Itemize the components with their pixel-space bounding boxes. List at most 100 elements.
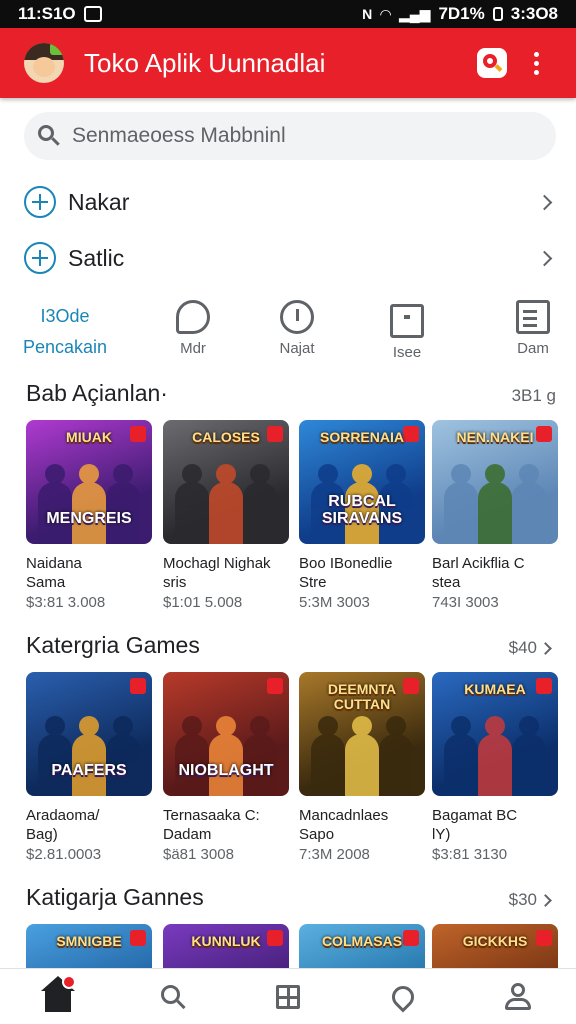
tab-label: Najat <box>279 340 315 357</box>
game-card[interactable]: DEEMNTA CUTTAN Mancadnlaes Sapo 7:3M 2008 <box>299 672 425 865</box>
tab-mdr[interactable]: Mdr <box>138 296 248 357</box>
nav-search[interactable] <box>143 969 203 1024</box>
game-tag-icon <box>130 678 146 694</box>
section-title: Katergria Games <box>26 632 200 658</box>
art-subtitle: RUBCAL SIRAVANS <box>321 493 403 528</box>
globe-icon <box>24 186 56 218</box>
tab-najat[interactable]: Najat <box>242 296 352 357</box>
nav-apps[interactable] <box>258 969 318 1024</box>
status-time: 11:S1O <box>18 4 76 23</box>
game-title: Mancadnlaes <box>299 807 389 824</box>
nav-home[interactable] <box>28 969 88 1024</box>
section-more-link[interactable]: $30 <box>509 890 556 910</box>
menu-row-satlic[interactable]: Satlic <box>24 232 556 284</box>
game-tag-icon <box>267 678 283 694</box>
app-title: Toko Aplik Uunnadlai <box>84 47 326 78</box>
game-subtitle: Dadam <box>163 826 212 843</box>
game-subtitle: Sapo <box>299 826 335 843</box>
game-price: 5:3M 3003 <box>299 594 370 611</box>
tab-label: Mdr <box>180 340 206 357</box>
game-title: Bagamat BC <box>432 807 518 824</box>
character-figure <box>512 716 546 796</box>
list-icon <box>516 300 550 334</box>
profile-icon <box>505 982 532 1011</box>
section-more-label: $30 <box>508 890 537 909</box>
more-options-button[interactable] <box>514 41 558 85</box>
game-card[interactable]: KUMAEA Bagamat BC lY) $3:81 3130 <box>432 672 558 865</box>
character-figure <box>478 716 512 796</box>
chevron-right-icon <box>539 893 552 907</box>
character-figure <box>311 716 345 796</box>
game-price: $3:81 3130 <box>432 846 508 863</box>
chevron-right-icon <box>536 250 553 266</box>
character-figure <box>444 464 478 544</box>
status-left: 11:S1O <box>18 4 102 24</box>
battery-icon <box>492 7 503 21</box>
game-card[interactable]: MIUAK MENGREIS Naidana Sama $3:81 3.008 <box>26 420 152 613</box>
character-figure <box>444 716 478 796</box>
avatar-logo[interactable] <box>24 43 64 83</box>
section-more-link[interactable]: 3B1 g <box>512 386 556 406</box>
game-card[interactable]: NIOBLAGHT Ternasaaka C: Dadam $ä81 3008 <box>163 672 289 865</box>
search-input[interactable] <box>72 124 512 148</box>
game-price: 743I 3003 <box>432 594 499 611</box>
art-title: MIUAK <box>66 429 112 445</box>
tab-dam[interactable]: Dam <box>478 296 576 357</box>
art-subtitle: MENGREIS <box>46 510 132 528</box>
art-title: GICKKHS <box>462 933 528 949</box>
search-button[interactable] <box>470 41 514 85</box>
game-card[interactable]: SORRENAIA RUBCAL SIRAVANS Boo IBonedlie Str… <box>299 420 425 613</box>
game-thumbnail: NIOBLAGHT <box>163 672 289 796</box>
battery-percent: 7D1% <box>438 4 485 23</box>
search-field[interactable] <box>24 112 556 160</box>
game-thumbnail: CALOSES <box>163 420 289 544</box>
app-bar: Toko Aplik Uunnadlai <box>0 28 576 98</box>
tab-isee[interactable]: Isee <box>352 296 462 361</box>
home-icon <box>40 975 75 1012</box>
character-figure <box>243 464 277 544</box>
tab-label: Dam <box>517 340 549 357</box>
more-vert-icon <box>533 51 539 75</box>
game-subtitle: Bag) <box>26 826 58 843</box>
character-figure <box>345 716 379 796</box>
wifi-icon: ◠ <box>380 5 391 22</box>
game-price: $3:81 3.008 <box>26 594 106 611</box>
art-title: CALOSES <box>192 429 260 445</box>
game-subtitle: lY) <box>432 826 451 843</box>
search-icon <box>160 984 185 1009</box>
game-price: $1:01 5.008 <box>163 594 243 611</box>
art-subtitle: PAAFERS <box>51 762 127 780</box>
art-title: NEN.NAKEI <box>456 429 534 445</box>
menu-label: Satlic <box>68 244 125 271</box>
section-title: Katigarja Gannes <box>26 884 204 910</box>
game-card[interactable]: PAAFERS Aradaoma/Bag) $2.81.0003 <box>26 672 152 865</box>
clock-icon <box>280 300 314 334</box>
menu-label: Nakar <box>68 188 130 215</box>
logo-badge <box>50 43 64 55</box>
menu-row-nakar[interactable]: Nakar <box>24 176 556 228</box>
game-title: Aradaoma/ <box>26 807 100 824</box>
section-more-label: $40 <box>508 638 537 657</box>
character-figure <box>175 464 209 544</box>
game-price: 7:3M 2008 <box>299 846 370 863</box>
game-title: Mochagl Nighak <box>163 555 271 572</box>
logo-face <box>33 57 55 77</box>
game-price: $2.81.0003 <box>26 846 102 863</box>
tab-pencakain[interactable]: I3Ode Pencakain <box>10 296 120 358</box>
art-title: SORRENAIA <box>319 429 404 445</box>
status-clock: 3:3O8 <box>510 4 558 23</box>
nav-location[interactable] <box>373 969 433 1024</box>
game-card[interactable]: CALOSES Mochagl Nighak sris $1:01 5.008 <box>163 420 289 613</box>
character-figure <box>209 464 243 544</box>
section-more-link[interactable]: $40 <box>509 638 556 658</box>
grid-icon <box>275 984 300 1009</box>
game-card[interactable]: NEN.NAKEI Barl Acikflia C stea 743I 3003 <box>432 420 558 613</box>
game-subtitle: sris <box>163 574 187 591</box>
game-title: Barl Acikflia C <box>432 555 525 572</box>
nfc-icon: N <box>362 6 373 22</box>
art-title: SMNIGBE <box>56 933 122 949</box>
nav-profile[interactable] <box>488 969 548 1024</box>
status-right: N ◠ ▂▄▆ 7D1% 3:3O8 <box>362 4 558 24</box>
game-thumbnail: DEEMNTA CUTTAN <box>299 672 425 796</box>
game-thumbnail: MIUAK MENGREIS <box>26 420 152 544</box>
